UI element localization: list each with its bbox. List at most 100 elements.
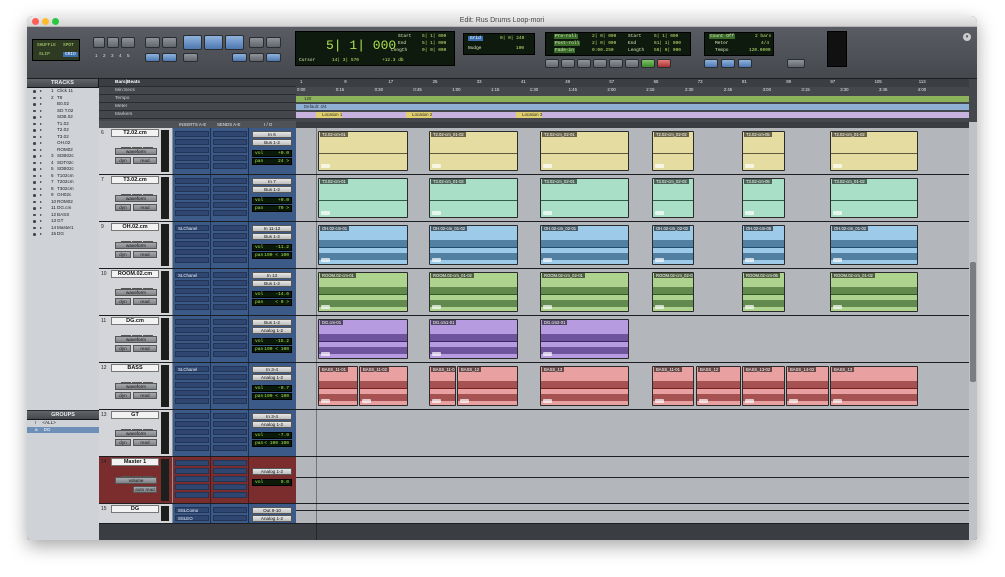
audio-clip[interactable]: DG.cm1-01	[429, 319, 518, 359]
track-view-selector[interactable]: waveform	[115, 195, 157, 202]
rewind-button[interactable]	[577, 59, 591, 68]
send-slot[interactable]	[213, 241, 247, 247]
send-slot[interactable]	[213, 131, 247, 137]
track-view-selector[interactable]: waveform	[115, 383, 157, 390]
audio-clip[interactable]: T2.02-cm_02-02	[652, 131, 694, 171]
pan-indicator[interactable]: pan 100 < 100	[252, 393, 292, 400]
audio-clip[interactable]: DG.cm2-01	[540, 319, 629, 359]
audio-clip[interactable]: OH.02-cm_02-01	[540, 225, 629, 265]
scroll-thumb[interactable]	[970, 262, 976, 382]
insert-slot[interactable]: SLChanel	[175, 272, 209, 278]
fast-forward-button[interactable]	[593, 59, 607, 68]
volume-indicator[interactable]: vol +0.0	[252, 150, 292, 157]
audio-clip[interactable]: T2.02-cm_01-02	[429, 131, 518, 171]
smart-tool-button[interactable]	[225, 35, 244, 50]
send-slot[interactable]	[213, 429, 247, 435]
minsecs-ruler[interactable]: 0:00 0:15 0:30 0:45 1:00 1:15 1:30 1:45 2:00 2:15…	[296, 87, 969, 95]
pan-indicator[interactable]: pan 70 >	[252, 205, 292, 212]
audio-clip[interactable]: T3.02-cm-05	[742, 178, 785, 218]
track-show-hide-dot[interactable]	[33, 168, 36, 171]
send-slot[interactable]	[213, 437, 247, 443]
input-selector[interactable]: Out 9-10	[252, 507, 292, 514]
automation-mode-selector[interactable]: read	[133, 157, 157, 164]
record-button[interactable]	[657, 59, 671, 68]
send-slot[interactable]	[213, 225, 247, 231]
zoomer-tool-button[interactable]	[145, 37, 160, 48]
preroll-value[interactable]: 2| 0| 000	[592, 34, 616, 39]
insert-slot[interactable]	[175, 210, 209, 216]
track-show-hide-dot[interactable]	[33, 135, 36, 138]
output-selector[interactable]: Bus 1-2	[252, 233, 292, 240]
send-slot[interactable]	[213, 210, 247, 216]
postroll-value[interactable]: 2| 0| 000	[592, 41, 616, 46]
audio-clip[interactable]: OH.02-cm_01-02	[830, 225, 918, 265]
audio-clip[interactable]: ROOM.02-cm_01-02	[429, 272, 518, 312]
audio-clip[interactable]: ROOM.02-cm-01	[318, 272, 408, 312]
output-selector[interactable]: Analog 1-2	[252, 468, 292, 475]
send-slot[interactable]	[213, 257, 247, 263]
audio-clip[interactable]: BASS_12	[457, 366, 518, 406]
insert-slot[interactable]: SLChanel	[175, 225, 209, 231]
spot-mode-button[interactable]: SPOT	[63, 43, 74, 48]
window-menu-icon[interactable]: ▾	[963, 33, 971, 41]
send-slot[interactable]	[213, 296, 247, 302]
audio-clip[interactable]: BASS_13-02	[742, 366, 785, 406]
zoom-toggle-button[interactable]	[121, 37, 135, 48]
audio-clip[interactable]: OH.02-cm-01	[318, 225, 408, 265]
send-slot[interactable]	[213, 351, 247, 357]
insert-slot[interactable]: SSLComp	[175, 507, 209, 513]
metronome-button[interactable]	[721, 59, 735, 68]
send-slot[interactable]	[213, 249, 247, 255]
send-slot[interactable]	[213, 484, 247, 490]
zoom-preset-1[interactable]: 1	[95, 53, 98, 58]
transport-end-value[interactable]: 61| 1| 000	[654, 41, 681, 46]
track-list-item[interactable]: ▸ 15 DG	[27, 231, 99, 238]
transport-start-value[interactable]: 5| 1| 000	[654, 34, 678, 39]
insert-slot[interactable]	[175, 131, 209, 137]
volume-indicator[interactable]: vol -11.2	[252, 244, 292, 251]
insert-slot[interactable]	[175, 390, 209, 396]
send-slot[interactable]	[213, 507, 247, 513]
track-show-hide-dot[interactable]	[33, 116, 36, 119]
audio-clip[interactable]: OH.02-cm_02-02	[652, 225, 694, 265]
track-name[interactable]: GT	[111, 411, 159, 419]
send-slot[interactable]	[213, 390, 247, 396]
audio-clip[interactable]: T2.02-cm_02-01	[540, 131, 629, 171]
insert-slot[interactable]	[175, 421, 209, 427]
track-lane[interactable]: T2.02-cm-01 T2.02-cm_01-02 T2.02-cm_02-01 T…	[296, 128, 969, 174]
track-name[interactable]: T3.02.cm	[111, 176, 159, 184]
track-show-hide-dot[interactable]	[33, 148, 36, 151]
shuffle-mode-button[interactable]: SHUFFLE	[37, 43, 56, 48]
audio-clip[interactable]: BASS_11-01	[429, 366, 456, 406]
volume-indicator[interactable]: vol -14.6	[252, 291, 292, 298]
insert-slot[interactable]	[175, 429, 209, 435]
zoom-preset-4[interactable]: 4	[119, 53, 122, 58]
insert-slot[interactable]	[175, 155, 209, 161]
pan-indicator[interactable]: pan 24 >	[252, 158, 292, 165]
pan-indicator[interactable]: pan < 0 >	[252, 299, 292, 306]
meter-ruler[interactable]: Default: 4/4	[296, 104, 969, 110]
keyboard-focus-button[interactable]	[266, 53, 281, 62]
send-slot[interactable]	[213, 147, 247, 153]
audio-clip[interactable]: T3.02-cm_01-02	[429, 178, 518, 218]
send-slot[interactable]	[213, 304, 247, 310]
automation-mode-selector[interactable]: read	[133, 392, 157, 399]
send-slot[interactable]	[213, 398, 247, 404]
track-show-hide-dot[interactable]	[33, 109, 36, 112]
track-show-hide-dot[interactable]	[33, 194, 36, 197]
send-slot[interactable]	[213, 186, 247, 192]
insert-slot[interactable]	[175, 382, 209, 388]
output-selector[interactable]: Analog 1-2	[252, 421, 292, 428]
audio-clip[interactable]: BASS_11-01	[652, 366, 694, 406]
insert-slot[interactable]	[175, 492, 209, 498]
track-show-hide-dot[interactable]	[33, 161, 36, 164]
insert-slot[interactable]	[175, 186, 209, 192]
nudge-value[interactable]: 100	[516, 46, 524, 51]
zoom-preset-2[interactable]: 2	[103, 53, 106, 58]
tempo-value-marker[interactable]: 120	[298, 96, 311, 102]
return-to-zero-button[interactable]	[561, 59, 575, 68]
audio-clip[interactable]: ROOM.02-cm_02-01	[540, 272, 629, 312]
track-view-selector[interactable]: waveform	[115, 430, 157, 437]
dyn-button[interactable]: dyn	[115, 204, 131, 211]
tab-to-transient-button[interactable]	[183, 53, 198, 62]
